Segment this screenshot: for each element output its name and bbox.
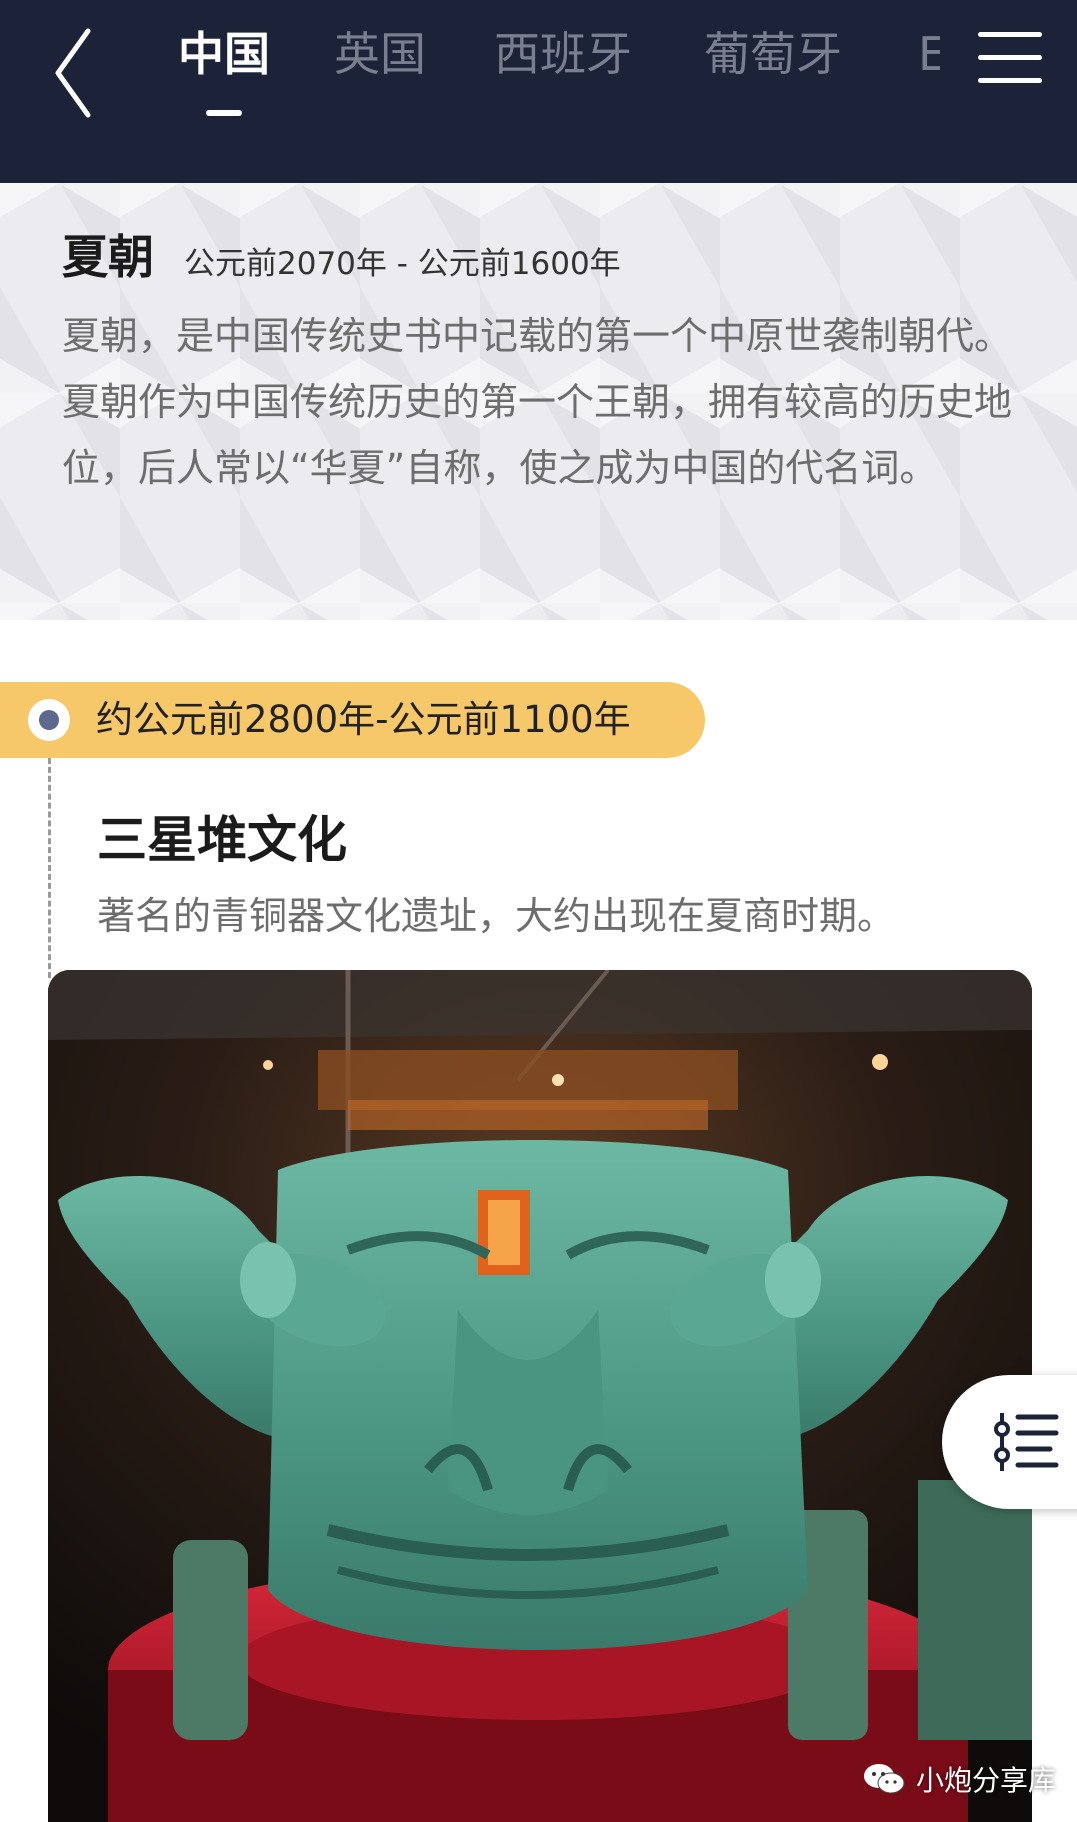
- watermark-text: 小炮分享库: [916, 1764, 1057, 1797]
- timeline-connector: [48, 758, 51, 978]
- menu-button[interactable]: [970, 22, 1060, 92]
- bronze-mask-illustration: [48, 970, 1032, 1822]
- watermark: 小炮分享库: [862, 1757, 1056, 1801]
- dynasty-description: 夏朝，是中国传统史书中记载的第一个中原世袭制朝代。夏朝作为中国传统历史的第一个王…: [62, 314, 1013, 490]
- timeline-period-pill: 约公元前2800年-公元前1100年: [0, 682, 705, 758]
- tab-portugal[interactable]: 葡萄牙: [704, 22, 842, 86]
- chevron-left-icon: [55, 28, 91, 118]
- timeline-period-label: 约公元前2800年-公元前1100年: [96, 698, 631, 741]
- tab-spain[interactable]: 西班牙: [494, 22, 632, 86]
- active-tab-indicator: [206, 110, 242, 116]
- table-of-contents-button[interactable]: [942, 1375, 1077, 1509]
- tab-uk[interactable]: 英国: [334, 22, 426, 86]
- wechat-icon: [864, 1764, 905, 1794]
- timeline-dot-icon: [28, 699, 70, 741]
- dynasty-title: 夏朝: [62, 230, 154, 284]
- tab-next-country[interactable]: E: [918, 22, 940, 86]
- menu-icon: [978, 32, 1042, 37]
- dynasty-date-range: 公元前2070年 - 公元前1600年: [184, 246, 621, 282]
- app-page: 中国 英国 西班牙 葡萄牙 E 夏朝 公元前2070年 - 公元前1600年 夏…: [0, 0, 1077, 1822]
- culture-description: 著名的青铜器文化遗址，大约出现在夏商时期。: [97, 894, 896, 938]
- country-tabs: 中国 英国 西班牙 葡萄牙 E: [150, 0, 940, 183]
- back-button[interactable]: [30, 18, 120, 128]
- dynasty-intro-panel: 夏朝 公元前2070年 - 公元前1600年 夏朝，是中国传统史书中记载的第一个…: [0, 183, 1077, 620]
- bronze-mask-photo[interactable]: [48, 970, 1032, 1822]
- culture-title: 三星堆文化: [97, 811, 347, 869]
- tab-china[interactable]: 中国: [178, 22, 270, 86]
- top-nav-bar: 中国 英国 西班牙 葡萄牙 E: [0, 0, 1077, 183]
- list-timeline-icon: [994, 1413, 1059, 1471]
